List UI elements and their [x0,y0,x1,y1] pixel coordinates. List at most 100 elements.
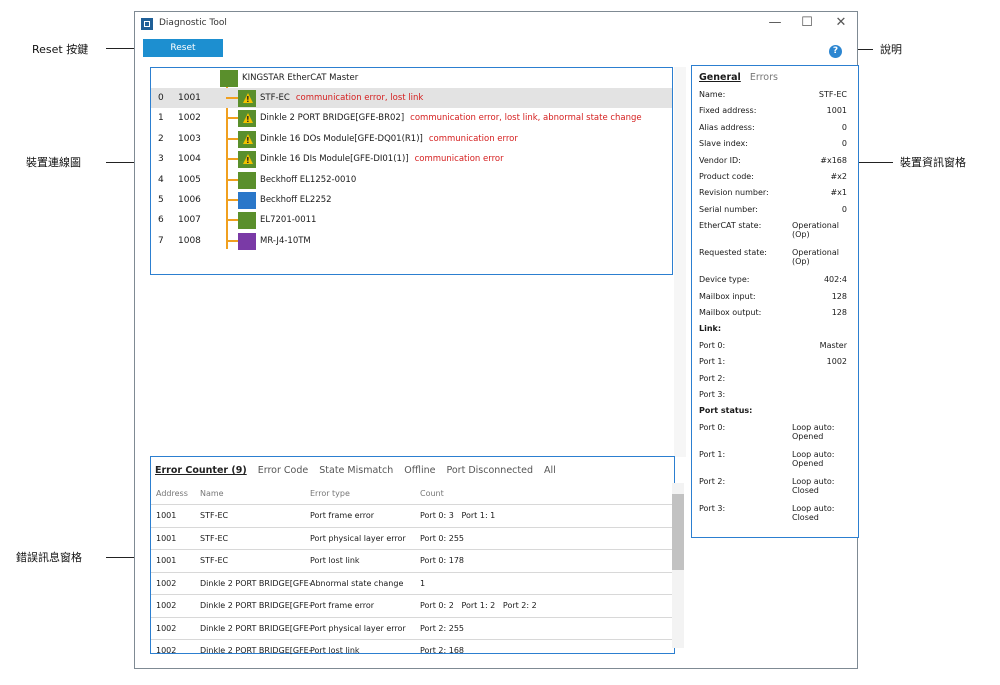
error-table-row[interactable]: 1001 STF-EC Port frame error Port 0: 3 Port… [151,504,674,525]
tab-all[interactable]: All [544,465,556,476]
device-icon: ! [238,110,256,128]
minimize-button[interactable]: — [763,14,787,32]
close-button[interactable]: ✕ [829,14,853,32]
info-key: Port 3: [699,390,726,399]
error-scrollbar-thumb[interactable] [672,494,684,570]
device-name: Dinkle 16 DIs Module[GFE-DI01(1)] [260,154,409,165]
tab-general[interactable]: General [699,72,741,83]
device-address: 1006 [178,195,201,205]
device-row[interactable]: 7 1008 MR-J4-10TM [151,231,672,251]
info-key: Name: [699,90,726,99]
warning-mark: ! [246,115,250,125]
device-name: Beckhoff EL2252 [260,195,332,205]
maximize-button[interactable]: ☐ [795,14,819,32]
info-key: Vendor ID: [699,155,741,165]
info-key: Slave index: [699,139,748,149]
device-row[interactable]: 1 1002! Dinkle 2 PORT BRIDGE[GFE-BR02] comm… [151,108,672,128]
device-row[interactable]: 2 1003! Dinkle 16 DOs Module[GFE-DQ01(R1)]… [151,129,672,149]
error-count: Port 0: 178 [420,556,464,565]
reset-button[interactable]: Reset [143,39,223,57]
device-row[interactable]: 5 1006 Beckhoff EL2252 [151,190,672,210]
info-value: Loop auto: Closed [792,503,835,522]
tree-branch [226,117,238,120]
error-address: 1002 [156,646,177,655]
error-type: Port lost link [310,646,360,655]
device-row[interactable]: 0 1001! STF-EC communication error, lost li… [151,88,672,108]
device-error: communication error, lost link, abnormal… [410,113,642,124]
device-name: Beckhoff EL1252-0010 [260,174,357,185]
device-name: STF-EC [260,93,290,103]
error-address: 1001 [156,511,177,520]
tab-offline[interactable]: Offline [404,465,435,476]
error-device-name: STF-EC [200,556,229,565]
tab-error-code[interactable]: Error Code [258,465,309,476]
error-address: 1002 [156,601,177,610]
error-device-name: Dinkle 2 PORT BRIDGE[GFE- [200,601,312,610]
info-key: Link: [699,324,722,334]
info-key: Port status: [699,406,753,416]
device-index: 2 [158,133,164,144]
error-device-name: Dinkle 2 PORT BRIDGE[GFE- [200,646,312,655]
error-device-name: STF-EC [200,533,229,543]
error-tabs: Error Counter (9) Error Code State Misma… [155,465,564,476]
column-header-count[interactable]: Count [420,489,444,498]
info-value: STF-EC [818,90,847,99]
title-bar: Diagnostic Tool — ☐ ✕ [135,12,857,36]
device-row[interactable]: 6 1007 EL7201-0011 [151,210,672,230]
error-device-name: Dinkle 2 PORT BRIDGE[GFE- [200,578,312,588]
device-index: 0 [158,93,164,103]
error-pane: Error Counter (9) Error Code State Misma… [150,456,675,655]
device-icon [238,212,256,230]
error-count: Port 2: 255 [420,623,464,633]
app-icon [141,18,153,30]
error-table-row[interactable]: 1001 STF-EC Port physical layer error Port … [151,526,674,548]
help-icon[interactable]: ? [829,45,842,58]
device-name: MR-J4-10TM [260,235,311,246]
device-error: communication error [414,154,504,165]
master-name: KINGSTAR EtherCAT Master [242,73,359,83]
tab-port-disconnected[interactable]: Port Disconnected [446,465,533,476]
device-icon: ! [238,130,256,148]
tree-branch [226,219,238,222]
device-row[interactable]: 4 1005 Beckhoff EL1252-0010 [151,170,672,190]
device-address: 1004 [178,154,201,165]
error-table-row[interactable]: 1002 Dinkle 2 PORT BRIDGE[GFE- Port frame … [151,594,674,615]
column-header-name[interactable]: Name [200,489,224,498]
info-key: Port 0: [699,422,726,432]
error-table-row[interactable]: 1001 STF-EC Port lost link Port 0: 178 [151,549,674,570]
tab-error-counter[interactable]: Error Counter (9) [155,465,247,476]
info-value: Operational (Op) [792,248,839,267]
device-index: 5 [158,195,164,205]
error-type: Port frame error [310,511,375,520]
info-key: Port 0: [699,340,726,350]
info-key: Device type: [699,275,750,285]
info-value: Loop auto: Opened [792,449,835,468]
tab-state-mismatch[interactable]: State Mismatch [319,465,393,476]
tree-branch [226,137,238,140]
device-index: 3 [158,154,164,165]
info-value: #x168 [820,155,847,165]
error-table-row[interactable]: 1002 Dinkle 2 PORT BRIDGE[GFE- Port lost l… [151,639,674,660]
master-device-icon [220,70,238,87]
warning-mark: ! [246,156,250,166]
info-key: Requested state: [699,248,767,258]
info-key: Fixed address: [699,106,757,116]
error-type: Abnormal state change [310,578,404,588]
master-row[interactable]: KINGSTAR EtherCAT Master [151,68,672,88]
device-icon [238,171,256,189]
info-key: Port 2: [699,373,726,383]
info-value: Operational (Op) [792,221,839,240]
topology-scrollbar[interactable] [674,67,686,457]
column-header-address[interactable]: Address [156,489,188,498]
annotation-info-arrow [857,162,893,163]
device-row[interactable]: 3 1004! Dinkle 16 DIs Module[GFE-DI01(1)] c… [151,149,672,169]
device-error: communication error [428,133,518,144]
info-key: Mailbox output: [699,308,762,317]
tab-errors[interactable]: Errors [750,72,778,83]
info-value: Loop auto: Opened [792,422,835,441]
info-value: Master [819,340,847,350]
column-header-error-type[interactable]: Error type [310,489,350,498]
error-table-row[interactable]: 1002 Dinkle 2 PORT BRIDGE[GFE- Port physic… [151,616,674,638]
error-table-row[interactable]: 1002 Dinkle 2 PORT BRIDGE[GFE- Abnormal st… [151,571,674,593]
device-name: Dinkle 16 DOs Module[GFE-DQ01(R1)] [260,133,423,144]
